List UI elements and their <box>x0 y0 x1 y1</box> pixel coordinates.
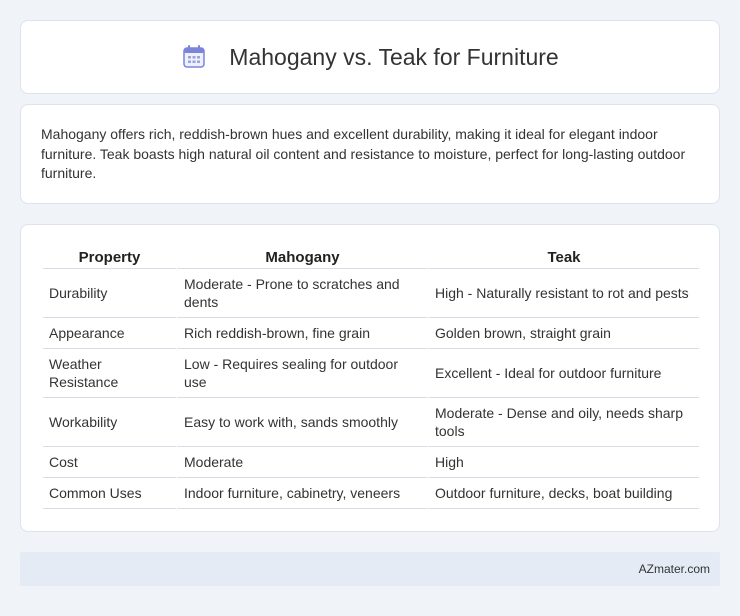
table-cell-mahogany: Moderate <box>176 447 427 478</box>
description-card: Mahogany offers rich, reddish-brown hues… <box>20 104 720 204</box>
comparison-table-card: Property Mahogany Teak Durability Modera… <box>20 224 720 532</box>
table-cell-teak: Golden brown, straight grain <box>427 318 699 349</box>
table-cell-property: Durability <box>43 269 176 318</box>
table-row: Appearance Rich reddish-brown, fine grai… <box>43 318 699 349</box>
table-row: Cost Moderate High <box>43 447 699 478</box>
table-cell-mahogany: Moderate - Prone to scratches and dents <box>176 269 427 318</box>
table-row: Workability Easy to work with, sands smo… <box>43 398 699 447</box>
table-cell-property: Appearance <box>43 318 176 349</box>
table-cell-teak: Excellent - Ideal for outdoor furniture <box>427 349 699 398</box>
table-cell-property: Weather Resistance <box>43 349 176 398</box>
table-cell-property: Cost <box>43 447 176 478</box>
table-cell-mahogany: Low - Requires sealing for outdoor use <box>176 349 427 398</box>
comparison-table: Property Mahogany Teak Durability Modera… <box>43 245 699 509</box>
table-cell-mahogany: Rich reddish-brown, fine grain <box>176 318 427 349</box>
column-header-mahogany: Mahogany <box>176 245 427 269</box>
table-row: Durability Moderate - Prone to scratches… <box>43 269 699 318</box>
table-cell-mahogany: Easy to work with, sands smoothly <box>176 398 427 447</box>
title-card: Mahogany vs. Teak for Furniture <box>20 20 720 94</box>
footer-brand: AZmater.com <box>638 562 710 576</box>
table-cell-teak: High <box>427 447 699 478</box>
column-header-teak: Teak <box>427 245 699 269</box>
table-header-row: Property Mahogany Teak <box>43 245 699 269</box>
table-row: Weather Resistance Low - Requires sealin… <box>43 349 699 398</box>
table-cell-teak: Outdoor furniture, decks, boat building <box>427 478 699 509</box>
table-cell-property: Common Uses <box>43 478 176 509</box>
footer: AZmater.com <box>20 552 720 586</box>
column-header-property: Property <box>43 245 176 269</box>
table-cell-mahogany: Indoor furniture, cabinetry, veneers <box>176 478 427 509</box>
description-text: Mahogany offers rich, reddish-brown hues… <box>41 126 686 181</box>
table-cell-teak: High - Naturally resistant to rot and pe… <box>427 269 699 318</box>
calendar-icon <box>181 44 207 70</box>
table-cell-teak: Moderate - Dense and oily, needs sharp t… <box>427 398 699 447</box>
table-cell-property: Workability <box>43 398 176 447</box>
table-row: Common Uses Indoor furniture, cabinetry,… <box>43 478 699 509</box>
page-title: Mahogany vs. Teak for Furniture <box>229 43 559 70</box>
